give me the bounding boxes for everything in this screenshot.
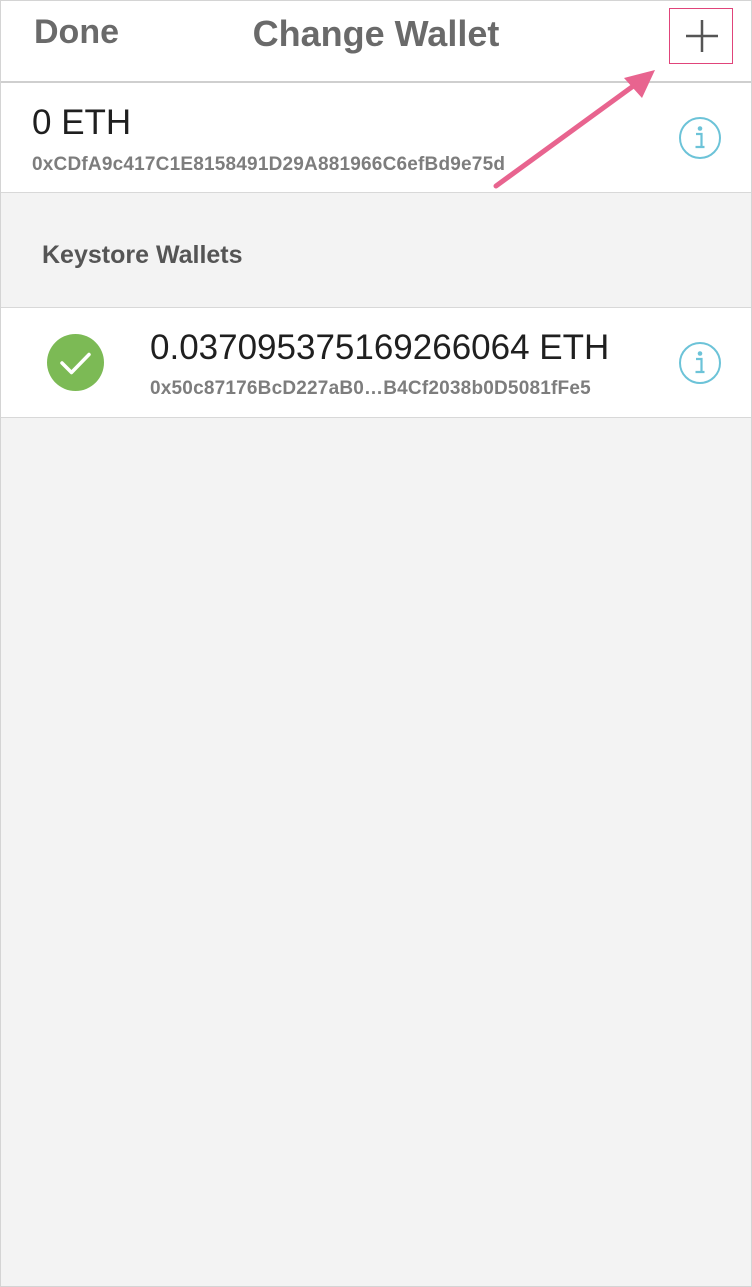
wallet-row-ledger[interactable]: 0 ETH 0xCDfA9c417C1E8158491D29A881966C6e… xyxy=(1,83,751,193)
wallet-row-keystore[interactable]: 0.037095375169266064 ETH 0x50c87176BcD22… xyxy=(1,307,751,418)
page-title: Change Wallet xyxy=(252,13,500,54)
wallet-address: 0xCDfA9c417C1E8158491D29A881966C6efBd9e7… xyxy=(32,154,506,175)
wallet-address: 0x50c87176BcD227aB0…B4Cf2038b0D5081fFe5 xyxy=(150,378,591,399)
info-icon[interactable] xyxy=(678,116,722,160)
navigation-bar: Done Change Wallet xyxy=(1,1,751,83)
checkmark-icon xyxy=(47,334,104,391)
wallet-balance: 0 ETH xyxy=(32,103,132,142)
plus-icon xyxy=(686,20,718,52)
add-wallet-button[interactable] xyxy=(669,8,733,64)
info-icon[interactable] xyxy=(678,341,722,385)
wallet-balance: 0.037095375169266064 ETH xyxy=(150,328,610,367)
section-header-keystore: Keystore Wallets xyxy=(42,241,243,269)
change-wallet-screen: Done Change Wallet 0 ETH 0xCDfA9c417C1E8… xyxy=(0,0,752,1287)
